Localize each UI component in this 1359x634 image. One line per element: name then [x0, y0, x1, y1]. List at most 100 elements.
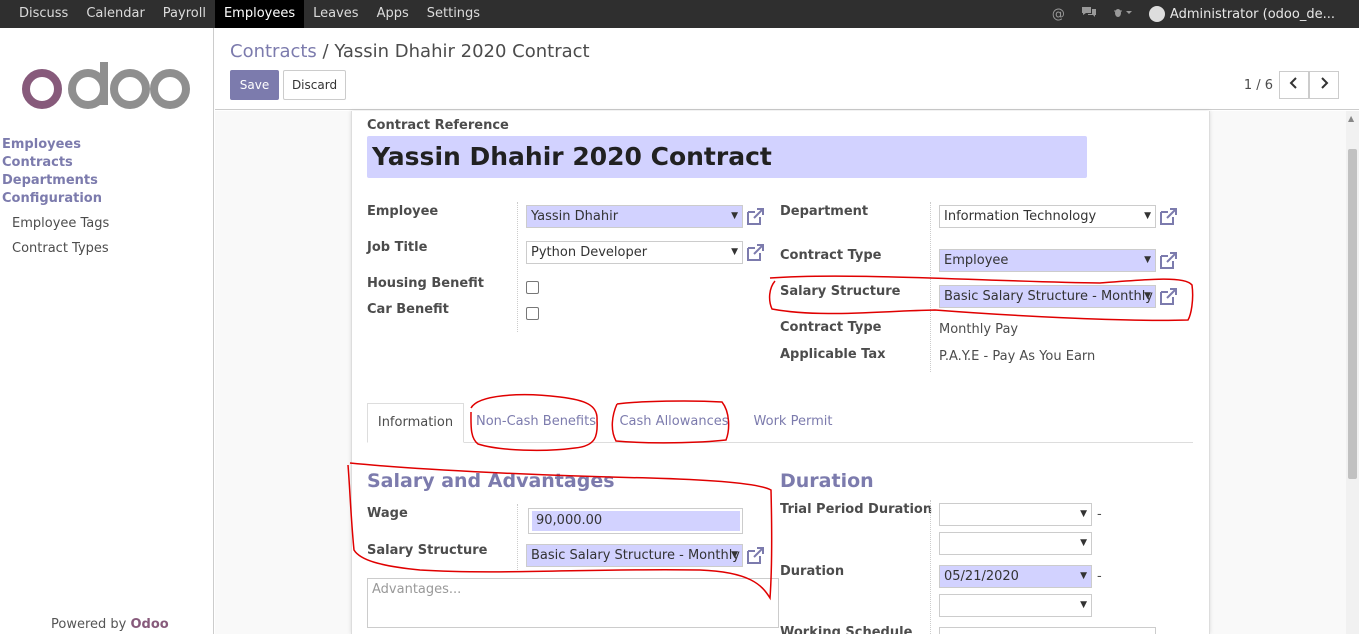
- breadcrumb-separator: /: [322, 41, 329, 62]
- bug-icon[interactable]: [1113, 6, 1133, 22]
- sidebar-item-departments[interactable]: Departments: [2, 172, 109, 190]
- applicable-tax-label: Applicable Tax: [780, 347, 886, 362]
- scrollbar-thumb[interactable]: [1348, 149, 1357, 479]
- wage-value[interactable]: 90,000.00: [532, 511, 740, 531]
- salary-structure-select-2[interactable]: Basic Salary Structure - Monthly P ▼: [526, 544, 743, 567]
- tab-information[interactable]: Information: [367, 403, 464, 443]
- scrollbar[interactable]: ▲: [1346, 111, 1359, 634]
- at-icon[interactable]: @: [1052, 7, 1065, 22]
- caret-down-icon: ▼: [731, 211, 738, 221]
- caret-down-icon: ▼: [1144, 255, 1151, 265]
- breadcrumb: Contracts / Yassin Dhahir 2020 Contract: [230, 41, 590, 62]
- field-separator: [517, 504, 518, 572]
- caret-down-icon: ▼: [1080, 600, 1087, 610]
- contract-type-label: Contract Type: [780, 248, 882, 263]
- salary-structure-label-2: Salary Structure: [367, 543, 488, 558]
- advantages-textarea[interactable]: Advantages...: [367, 578, 779, 628]
- car-benefit-label: Car Benefit: [367, 302, 449, 317]
- external-link-icon[interactable]: [745, 546, 765, 566]
- external-link-icon[interactable]: [1158, 287, 1178, 307]
- sidebar-item-contract-types[interactable]: Contract Types: [2, 236, 109, 261]
- pager: 1 / 6: [1244, 71, 1339, 99]
- salary-section-heading: Salary and Advantages: [367, 470, 615, 492]
- contract-reference-input[interactable]: Yassin Dhahir 2020 Contract: [367, 136, 1087, 178]
- sidebar-item-employee-tags[interactable]: Employee Tags: [2, 211, 109, 236]
- housing-benefit-checkbox[interactable]: [526, 281, 539, 294]
- caret-down-icon: ▼: [1144, 211, 1151, 221]
- menu-settings[interactable]: Settings: [418, 0, 489, 28]
- contract-reference-label: Contract Reference: [367, 118, 509, 133]
- department-value: Information Technology: [944, 209, 1097, 224]
- pager-next-button[interactable]: [1309, 71, 1339, 99]
- job-title-value: Python Developer: [531, 245, 648, 260]
- contract-type-select[interactable]: Employee ▼: [939, 249, 1156, 272]
- powered-prefix: Powered by: [51, 617, 127, 632]
- department-select[interactable]: Information Technology ▼: [939, 205, 1156, 228]
- save-button[interactable]: Save: [230, 70, 279, 100]
- pager-value[interactable]: 1 / 6: [1244, 78, 1273, 93]
- duration-start-date-input[interactable]: 05/21/2020 ▼: [939, 565, 1092, 588]
- user-menu[interactable]: Administrator (odoo_de...: [1170, 7, 1335, 22]
- powered-brand-link[interactable]: Odoo: [131, 617, 169, 632]
- external-link-icon[interactable]: [745, 207, 765, 227]
- menu-leaves[interactable]: Leaves: [304, 0, 367, 28]
- tab-work-permit[interactable]: Work Permit: [747, 403, 839, 443]
- menu-apps[interactable]: Apps: [368, 0, 418, 28]
- employee-select[interactable]: Yassin Dhahir ▼: [526, 205, 743, 228]
- field-separator: [517, 202, 518, 332]
- menu-discuss[interactable]: Discuss: [10, 0, 77, 28]
- notebook-tabs: Information Non-Cash Benefits Cash Allow…: [367, 403, 1193, 443]
- sidebar-item-employees[interactable]: Employees: [2, 136, 109, 154]
- avatar[interactable]: [1148, 6, 1165, 22]
- duration-end-date-input[interactable]: ▼: [939, 594, 1092, 617]
- working-schedule-select[interactable]: [939, 627, 1156, 634]
- external-link-icon[interactable]: [1158, 207, 1178, 227]
- salary-structure-label: Salary Structure: [780, 284, 901, 299]
- menu-employees[interactable]: Employees: [214, 0, 305, 28]
- menu-payroll[interactable]: Payroll: [154, 0, 215, 28]
- menu-calendar[interactable]: Calendar: [77, 0, 153, 28]
- odoo-logo[interactable]: [20, 60, 190, 112]
- pager-previous-button[interactable]: [1279, 71, 1309, 99]
- field-separator: [930, 500, 931, 634]
- external-link-icon[interactable]: [1158, 251, 1178, 271]
- caret-down-icon: ▼: [1080, 571, 1087, 581]
- tab-non-cash-benefits[interactable]: Non-Cash Benefits: [474, 403, 598, 443]
- housing-benefit-label: Housing Benefit: [367, 276, 484, 291]
- salary-structure-select[interactable]: Basic Salary Structure - Monthly P ▼: [939, 285, 1156, 308]
- tab-cash-allowances[interactable]: Cash Allowances: [617, 403, 731, 443]
- salary-structure-value-2: Basic Salary Structure - Monthly P: [531, 548, 743, 563]
- applicable-tax-value: P.A.Y.E - Pay As You Earn: [939, 349, 1096, 364]
- employee-value: Yassin Dhahir: [531, 209, 619, 224]
- chat-icon[interactable]: [1081, 6, 1097, 22]
- car-benefit-checkbox[interactable]: [526, 307, 539, 320]
- sidebar-item-contracts[interactable]: Contracts: [2, 154, 109, 172]
- wage-field[interactable]: 90,000.00: [528, 508, 743, 534]
- scroll-up-icon[interactable]: ▲: [1348, 114, 1354, 123]
- working-schedule-label: Working Schedule: [780, 625, 913, 634]
- caret-down-icon: ▼: [1080, 509, 1087, 519]
- chevron-right-icon: [1321, 77, 1329, 89]
- caret-down-icon: ▼: [1144, 291, 1151, 301]
- job-title-label: Job Title: [367, 240, 428, 255]
- sidebar-menu: Employees Contracts Departments Configur…: [2, 136, 109, 261]
- salary-structure-value: Basic Salary Structure - Monthly P: [944, 289, 1156, 304]
- external-link-icon[interactable]: [745, 243, 765, 263]
- breadcrumb-contracts-link[interactable]: Contracts: [230, 41, 317, 62]
- contract-type-value: Employee: [944, 253, 1009, 268]
- powered-by: Powered by Odoo: [51, 617, 169, 632]
- contract-type2-value: Monthly Pay: [939, 322, 1019, 337]
- discard-button[interactable]: Discard: [283, 70, 346, 100]
- department-label: Department: [780, 204, 869, 219]
- employee-label: Employee: [367, 204, 439, 219]
- chevron-left-icon: [1289, 77, 1297, 89]
- job-title-select[interactable]: Python Developer ▼: [526, 241, 743, 264]
- top-navbar: Discuss Calendar Payroll Employees Leave…: [0, 0, 1359, 28]
- trial-start-date-input[interactable]: ▼: [939, 503, 1092, 526]
- trial-end-date-input[interactable]: ▼: [939, 532, 1092, 555]
- caret-down-icon: ▼: [1080, 538, 1087, 548]
- field-separator: [930, 202, 931, 372]
- duration-section-heading: Duration: [780, 470, 874, 492]
- sidebar: Employees Contracts Departments Configur…: [0, 28, 214, 634]
- sidebar-item-configuration[interactable]: Configuration: [2, 190, 109, 208]
